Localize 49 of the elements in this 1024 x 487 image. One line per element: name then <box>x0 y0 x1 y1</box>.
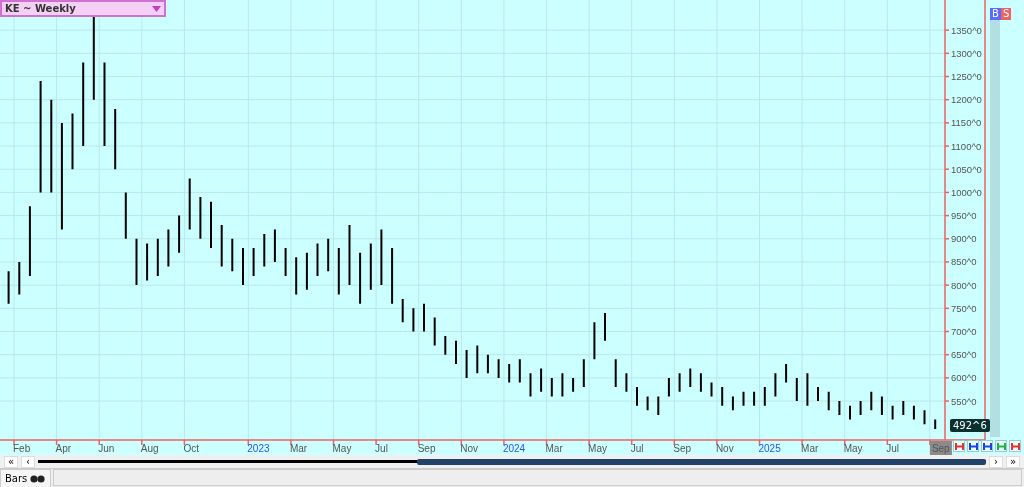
date-axis-label: Oct <box>183 443 199 454</box>
price-axis-label: 1300^0 <box>951 47 982 59</box>
dropdown-caret-icon <box>152 5 161 12</box>
price-axis-label: 1050^0 <box>951 163 982 175</box>
price-axis-label: 600^0 <box>951 372 977 384</box>
date-axis-label: Apr <box>55 443 72 454</box>
date-axis-label: May <box>588 443 607 454</box>
scroll-left-button[interactable]: ‹ <box>21 455 35 468</box>
date-axis-label: Mar <box>545 443 563 454</box>
last-price-label: 492^6 <box>950 419 990 432</box>
link-icon <box>30 474 47 483</box>
chart-tab[interactable]: Bars <box>0 469 52 487</box>
date-axis-label: Jul <box>630 443 644 454</box>
date-axis-label: Jun <box>98 443 115 454</box>
chart-title-dropdown[interactable]: KE ~ Weekly <box>0 0 166 17</box>
date-axis-label: 2024 <box>502 443 526 454</box>
price-axis-label: 650^0 <box>951 349 977 361</box>
price-axis-label: 750^0 <box>951 302 977 314</box>
date-axis-label: Sep <box>673 443 692 454</box>
date-axis-label: Aug <box>140 443 159 454</box>
date-axis-label: Feb <box>13 443 31 454</box>
scroll-last-button[interactable]: » <box>1006 455 1020 468</box>
date-axis-label: 2023 <box>247 443 270 454</box>
price-axis-label: 850^0 <box>951 256 977 268</box>
price-axis-label: 1200^0 <box>951 94 982 106</box>
date-axis-label: May <box>843 443 863 454</box>
price-axis-label: 1250^0 <box>951 71 982 82</box>
price-axis-label: 1000^0 <box>951 186 982 198</box>
scroll-thumb[interactable] <box>417 458 986 465</box>
date-axis-label: May <box>332 443 352 454</box>
scroll-right-button[interactable]: › <box>989 455 1003 468</box>
price-axis-label: 1100^0 <box>951 140 982 152</box>
date-axis-label: 2025 <box>758 443 781 454</box>
price-axis-label: 800^0 <box>951 279 977 291</box>
date-axis-label: Mar <box>801 443 819 454</box>
price-axis-label: 700^0 <box>951 326 977 337</box>
price-axis-label: 900^0 <box>951 233 977 245</box>
price-axis-label: 950^0 <box>951 210 977 222</box>
scroll-first-button[interactable]: « <box>4 455 18 468</box>
date-axis-label: Nov <box>460 443 479 454</box>
date-axis-label: Jul <box>886 443 900 454</box>
date-axis-label: Mar <box>289 443 308 454</box>
date-axis-label: Nov <box>715 443 734 454</box>
date-axis-label: Sep <box>417 443 436 454</box>
signal-button[interactable]: B <box>990 8 1001 20</box>
price-axis-label: 1150^0 <box>951 117 982 129</box>
price-axis-label: 1350^0 <box>951 24 982 36</box>
date-axis-label: Jul <box>375 443 388 454</box>
price-axis-label: 550^0 <box>951 395 977 407</box>
